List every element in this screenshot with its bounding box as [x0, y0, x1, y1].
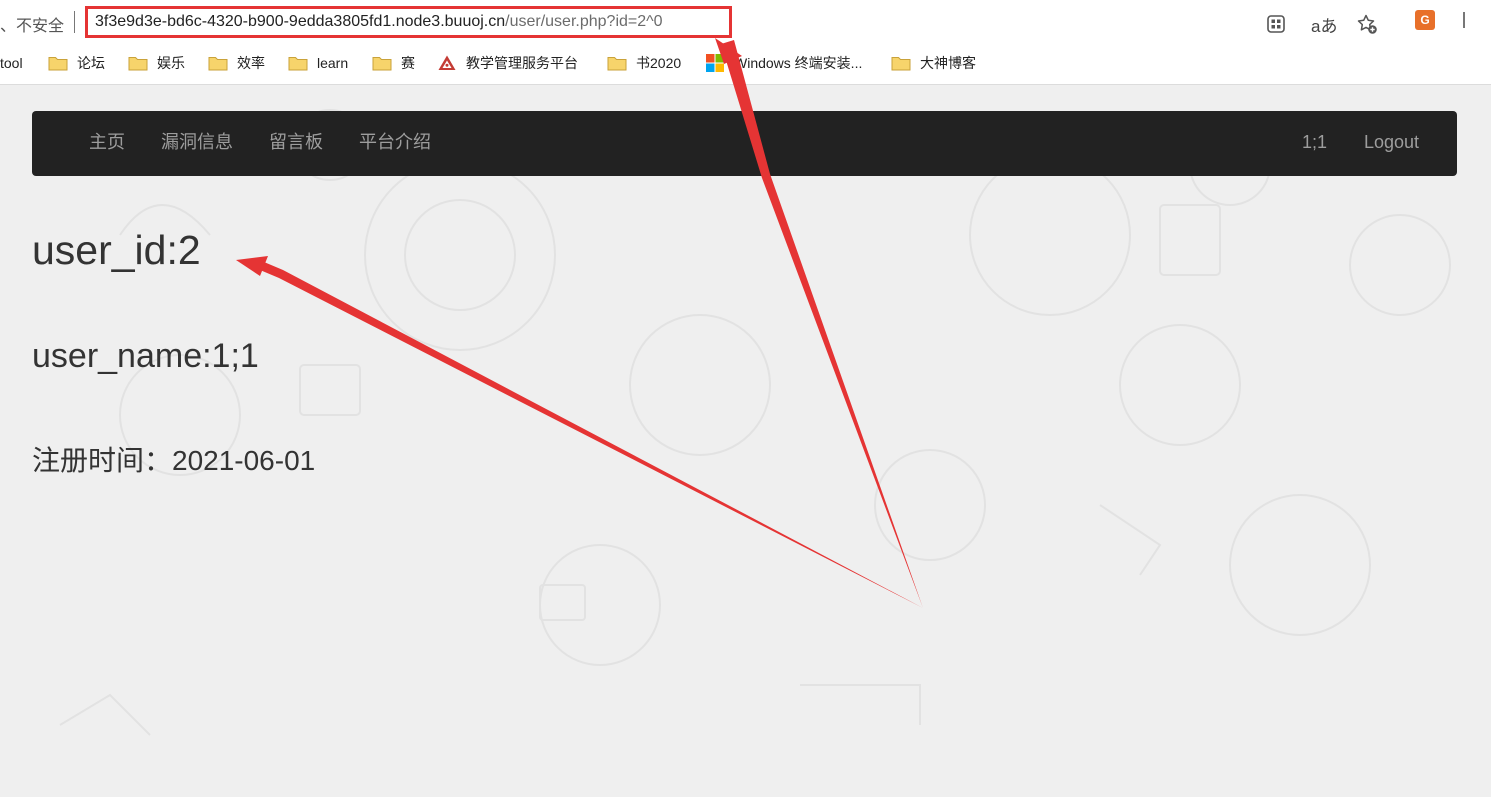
browser-toolbar: 、不安全 3f3e9d3e-bd6c-4320-b900-9edda3805fd…	[0, 0, 1491, 42]
bookmark-label: 教学管理服务平台	[466, 55, 578, 71]
top-navbar: 主页 漏洞信息 留言板 平台介绍 1;1 Logout	[32, 111, 1457, 176]
folder-icon	[607, 54, 627, 72]
bookmark-folder[interactable]: 效率	[208, 53, 265, 73]
bookmark-site[interactable]: 教学管理服务平台	[437, 53, 578, 73]
teaching-site-icon	[437, 54, 457, 72]
address-separator	[74, 11, 75, 33]
menu-divider	[1463, 12, 1465, 28]
bookmark-label: 效率	[237, 55, 265, 71]
bookmark-folder[interactable]: learn	[288, 53, 348, 73]
folder-icon	[372, 54, 392, 72]
folder-icon	[288, 54, 308, 72]
nav-username[interactable]: 1;1	[1302, 111, 1327, 176]
bookmark-item[interactable]: tool	[0, 53, 23, 73]
bookmark-label: 大神博客	[920, 55, 976, 71]
security-indicator[interactable]: 、不安全	[0, 12, 64, 36]
folder-icon	[48, 54, 68, 72]
bookmark-folder[interactable]: 论坛	[48, 53, 105, 73]
folder-icon	[208, 54, 228, 72]
microsoft-logo-icon	[705, 54, 725, 72]
folder-icon	[891, 54, 911, 72]
url-path: /user/user.php?id=2^0	[505, 13, 663, 30]
bookmark-folder[interactable]: 大神博客	[891, 53, 976, 73]
nav-message-board[interactable]: 留言板	[269, 111, 323, 176]
url-host: 3f3e9d3e-bd6c-4320-b900-9edda3805fd1.nod…	[95, 13, 506, 30]
user-name-heading: user_name:1;1	[32, 337, 259, 375]
extension-icon[interactable]: G	[1415, 10, 1435, 30]
bookmarks-bar: tool 论坛 娱乐 效率 learn 赛 教学管理服务平台 书2020 Win…	[0, 42, 1491, 85]
nav-home[interactable]: 主页	[89, 111, 125, 176]
register-time-heading: 注册时间：2021-06-01	[32, 445, 316, 476]
bookmark-label: 论坛	[77, 55, 105, 71]
app-grid-icon[interactable]	[1265, 13, 1287, 35]
logout-link[interactable]: Logout	[1364, 111, 1419, 176]
favorite-add-icon[interactable]	[1356, 13, 1378, 35]
bookmark-folder[interactable]: 赛	[372, 53, 415, 73]
nav-vulnerabilities[interactable]: 漏洞信息	[161, 111, 233, 176]
bookmark-label: Windows 终端安装...	[734, 55, 863, 71]
bookmark-site[interactable]: Windows 终端安装...	[705, 53, 862, 73]
bookmark-folder[interactable]: 书2020	[607, 53, 681, 73]
bookmark-label: tool	[0, 55, 23, 71]
url-text[interactable]: 3f3e9d3e-bd6c-4320-b900-9edda3805fd1.nod…	[85, 6, 732, 38]
address-field[interactable]: 、不安全 3f3e9d3e-bd6c-4320-b900-9edda3805fd…	[0, 3, 1392, 39]
bookmark-label: learn	[317, 55, 349, 71]
nav-about[interactable]: 平台介绍	[359, 111, 431, 176]
bookmark-folder[interactable]: 娱乐	[128, 53, 185, 73]
bookmark-label: 赛	[401, 55, 415, 71]
folder-icon	[128, 54, 148, 72]
translate-icon[interactable]: aあ	[1311, 12, 1337, 37]
bookmark-label: 书2020	[636, 55, 682, 71]
user-id-heading: user_id:2	[32, 227, 201, 273]
bookmark-label: 娱乐	[157, 55, 185, 71]
page-content: 主页 漏洞信息 留言板 平台介绍 1;1 Logout user_id:2 us…	[0, 85, 1491, 797]
